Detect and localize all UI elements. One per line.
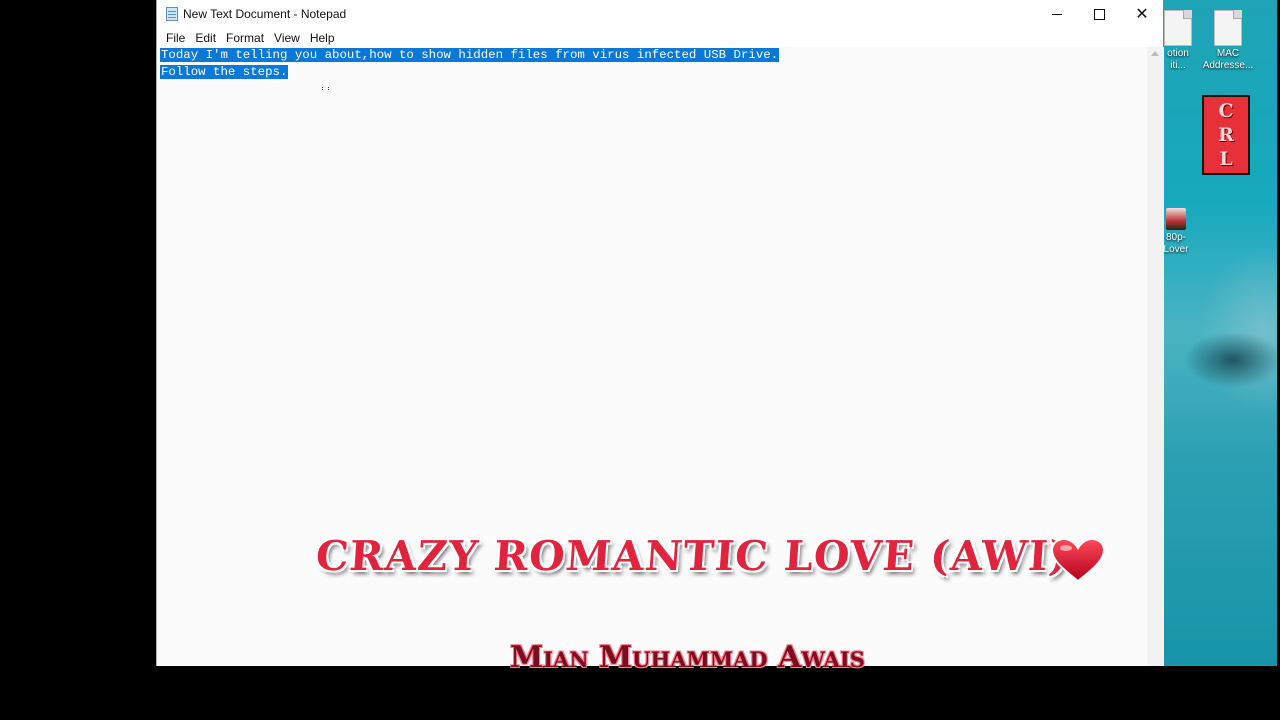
- menu-view[interactable]: View: [269, 29, 305, 47]
- close-button[interactable]: ✕: [1120, 0, 1164, 29]
- desktop-icon-partial-left[interactable]: otion iti...: [1163, 10, 1205, 72]
- maximize-icon: [1093, 9, 1105, 20]
- badge-letter: R: [1218, 124, 1234, 146]
- scroll-up-arrow-icon[interactable]: [1151, 51, 1159, 56]
- maximize-button[interactable]: [1077, 0, 1121, 29]
- heart-icon: [1050, 537, 1106, 583]
- menu-format[interactable]: Format: [221, 29, 269, 47]
- channel-title-overlay: CRAZY ROMANTIC LOVE (AWI): [314, 532, 1071, 580]
- badge-letter: L: [1219, 148, 1233, 170]
- crl-badge: C R L: [1202, 95, 1250, 175]
- desktop-icon-label: MAC: [1216, 48, 1240, 59]
- menu-bar: File Edit Format View Help: [157, 29, 1163, 47]
- badge-letter: C: [1218, 100, 1234, 122]
- vertical-scrollbar[interactable]: [1147, 47, 1164, 666]
- title-bar[interactable]: New Text Document - Notepad ✕: [157, 0, 1163, 29]
- minimize-icon: [1052, 14, 1062, 15]
- desktop-icon-label: Addresse...: [1202, 60, 1254, 71]
- text-cursor: [322, 87, 329, 90]
- selected-text: Today I'm telling you about,how to show …: [160, 48, 780, 62]
- editor-line: Follow the steps.: [160, 64, 289, 81]
- shortcut-icon: [1164, 10, 1192, 46]
- desktop-icon-video[interactable]: 80p- Lover: [1163, 208, 1203, 256]
- menu-file[interactable]: File: [161, 29, 190, 47]
- author-name-overlay: Mian Muhammad Awais: [510, 640, 865, 675]
- desktop-icon-mac-address[interactable]: MAC Addresse...: [1201, 10, 1255, 72]
- desktop-background: otion iti... MAC Addresse... C R L 80p- …: [1163, 0, 1277, 666]
- minimize-button[interactable]: [1035, 0, 1079, 29]
- desktop-icon-label: Lover: [1163, 244, 1189, 255]
- selected-text: Follow the steps.: [160, 65, 289, 79]
- desktop-icon-label: otion: [1167, 48, 1189, 59]
- editor-line: Today I'm telling you about,how to show …: [160, 47, 780, 64]
- menu-help[interactable]: Help: [305, 29, 340, 47]
- menu-edit[interactable]: Edit: [190, 29, 221, 47]
- notepad-icon: [166, 7, 178, 21]
- desktop-icon-label: iti...: [1170, 60, 1186, 71]
- video-file-icon: [1166, 208, 1186, 230]
- window-title: New Text Document - Notepad: [183, 7, 347, 21]
- close-icon: ✕: [1135, 5, 1149, 23]
- desktop-icon-label: 80p-: [1165, 232, 1186, 243]
- text-document-icon: [1214, 10, 1242, 46]
